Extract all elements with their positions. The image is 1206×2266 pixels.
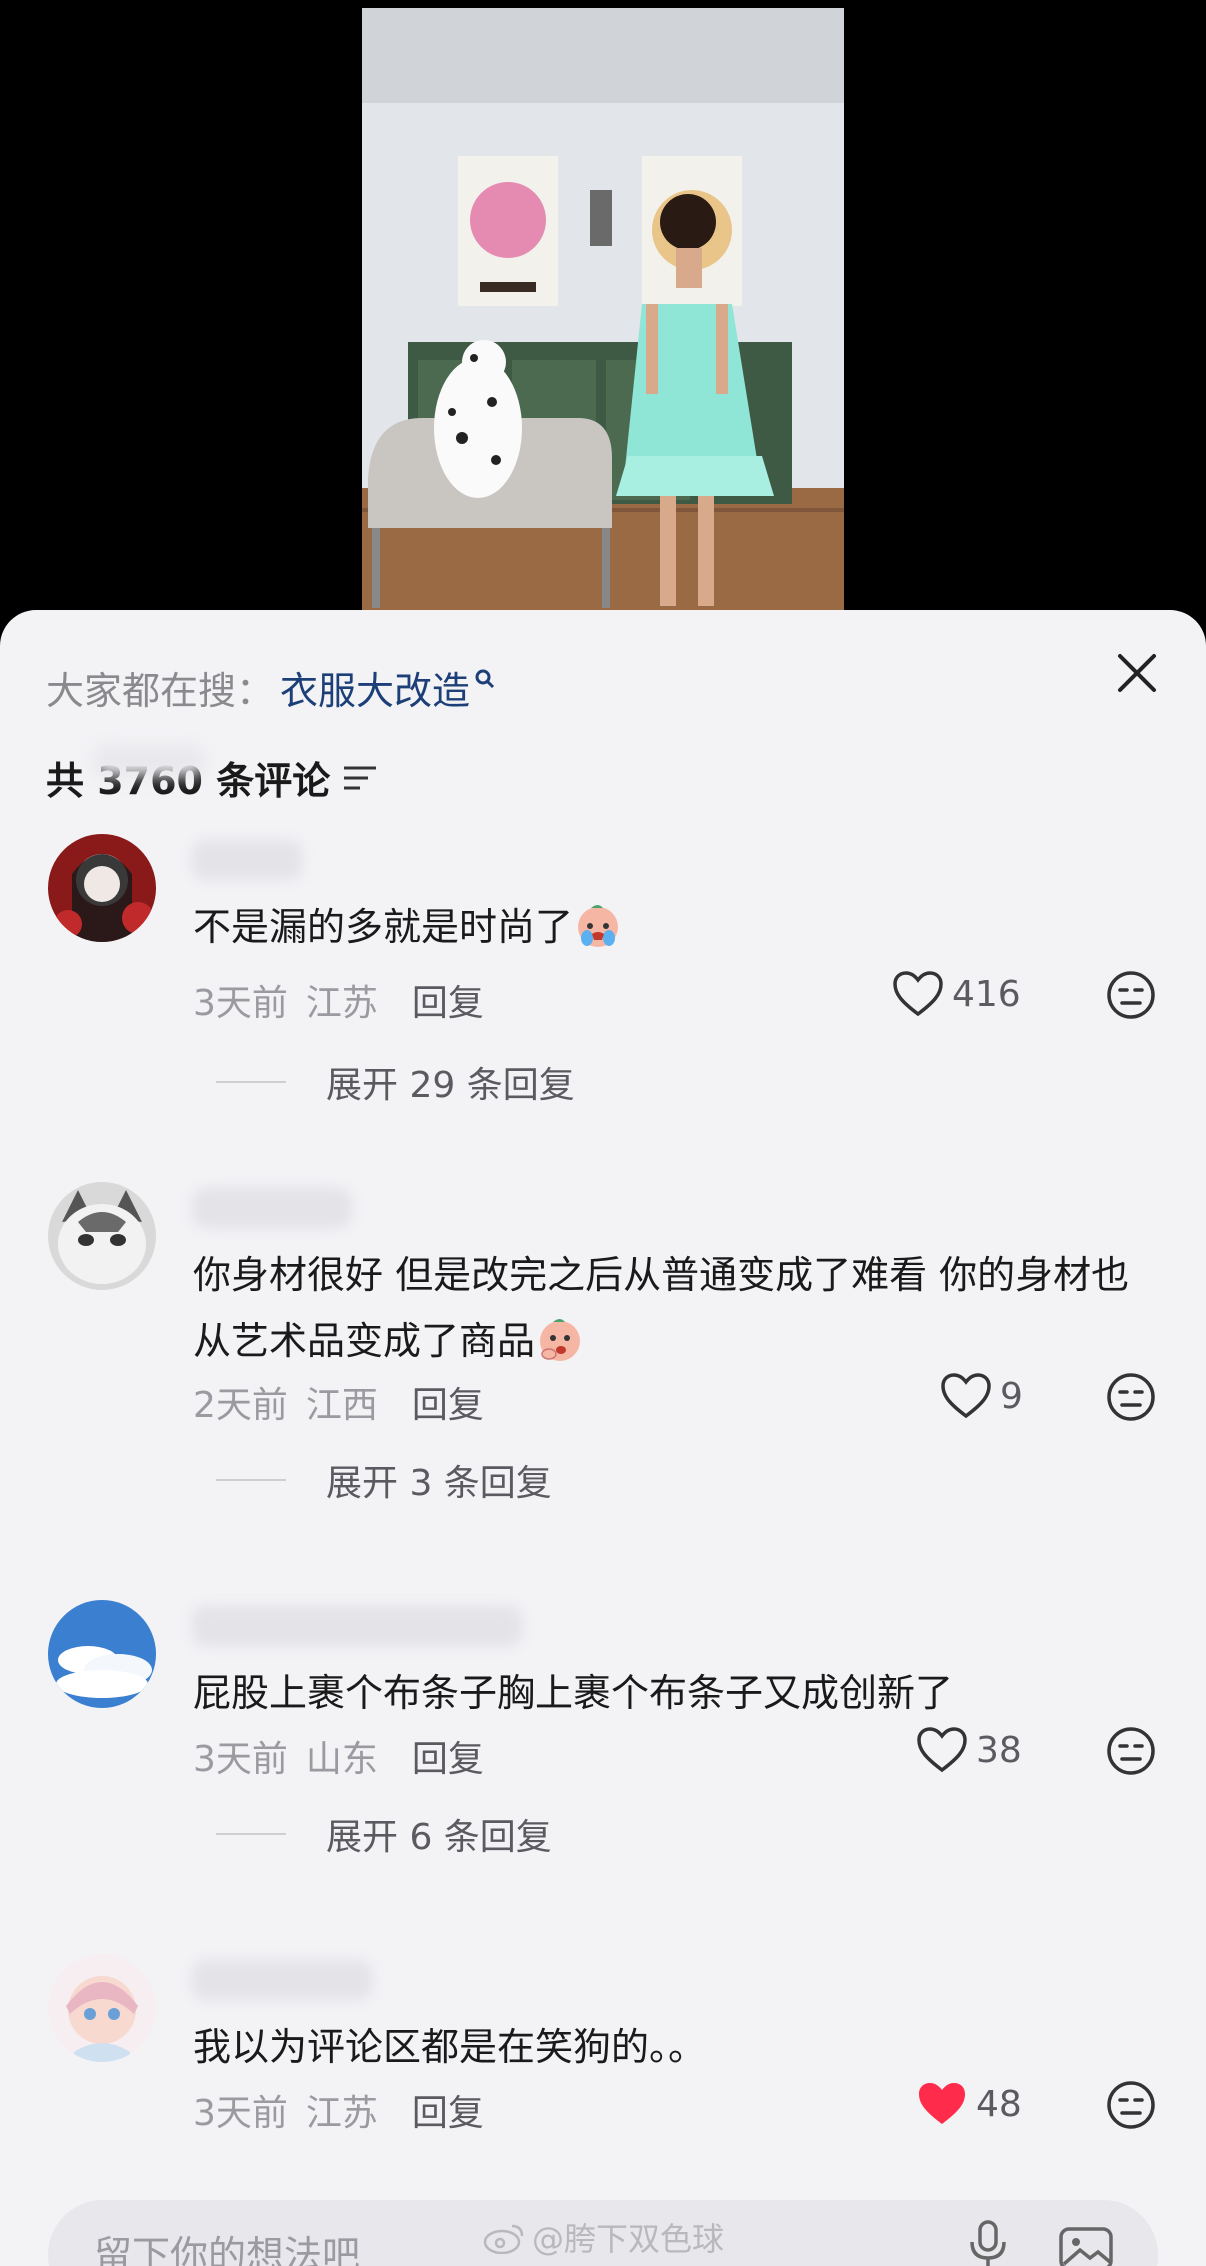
watermark: @胯下双色球: [482, 2214, 724, 2260]
heart-outline-icon: [941, 1373, 991, 1419]
avatar[interactable]: [48, 1600, 156, 1708]
like-count: 48: [976, 2083, 1022, 2125]
avatar[interactable]: [48, 1954, 156, 2062]
avatar-image: [48, 834, 156, 942]
expand-label: 展开 3 条回复: [326, 1463, 552, 1504]
search-icon: [475, 669, 495, 688]
expand-label: 展开 29 条回复: [326, 1065, 575, 1106]
video-thumbnail-image: [362, 8, 844, 612]
reply-button[interactable]: 回复: [412, 1376, 484, 1428]
search-suggestion[interactable]: 大家都在搜： 衣服大改造: [46, 660, 496, 715]
comment-location: 江苏: [305, 983, 378, 1024]
comment-location: 江西: [305, 1385, 378, 1426]
heart-outline-icon: [893, 971, 943, 1017]
username-blurred: [192, 1606, 522, 1646]
expand-replies-button[interactable]: 展开 3 条回复: [216, 1454, 552, 1506]
comment-location: 江苏: [305, 2093, 378, 2134]
comment-meta: 3天前 江苏 回复: [193, 2084, 484, 2136]
microphone-icon[interactable]: [968, 2220, 1008, 2266]
watermark-text: @胯下双色球: [532, 2220, 725, 2258]
comment-text: 屁股上裹个布条子胸上裹个布条子又成创新了: [193, 1671, 954, 1715]
avatar-image: [48, 1600, 156, 1708]
dislike-face-icon[interactable]: [1106, 2080, 1156, 2130]
comment-time: 2天前: [193, 1385, 288, 1426]
expand-line: [216, 1081, 286, 1083]
like-count: 416: [952, 973, 1021, 1015]
like-count: 9: [1000, 1375, 1023, 1417]
comment-input-placeholder: 留下你的想法吧: [94, 2233, 361, 2266]
search-term-link[interactable]: 衣服大改造: [280, 660, 470, 715]
username-blurred: [192, 840, 302, 880]
sort-icon[interactable]: [342, 762, 378, 794]
comment-time: 3天前: [193, 2093, 288, 2134]
comment-meta: 3天前 江苏 回复: [193, 974, 484, 1026]
avatar-image: [48, 1954, 156, 2062]
video-player[interactable]: [0, 0, 1206, 640]
comment-location: 山东: [305, 1739, 378, 1780]
dislike-face-icon[interactable]: [1106, 1726, 1156, 1776]
expand-replies-button[interactable]: 展开 6 条回复: [216, 1808, 552, 1860]
expand-line: [216, 1833, 286, 1835]
like-button[interactable]: 48: [916, 2080, 1022, 2128]
blur-overlay: [94, 746, 204, 776]
comment-meta: 3天前 山东 回复: [193, 1730, 484, 1782]
reply-button[interactable]: 回复: [412, 974, 484, 1026]
like-button[interactable]: 416: [892, 970, 1021, 1018]
comment-text: 不是漏的多就是时尚了: [193, 894, 1153, 960]
weibo-logo-icon: [483, 2224, 524, 2254]
dislike-face-icon[interactable]: [1106, 970, 1156, 1020]
avatar[interactable]: [48, 834, 156, 942]
avatar[interactable]: [48, 1182, 156, 1290]
comment-text: 你身材很好 但是改完之后从普通变成了难看 你的身材也从艺术品变成了商品: [193, 1253, 1130, 1363]
expand-line: [216, 1479, 286, 1481]
expand-replies-button[interactable]: 展开 29 条回复: [216, 1056, 575, 1108]
comment-meta: 2天前 江西 回复: [193, 1376, 484, 1428]
thinking-emoji-icon: [540, 1319, 581, 1361]
username-blurred: [192, 1960, 372, 2000]
username-blurred: [192, 1188, 352, 1228]
avatar-image: [48, 1182, 156, 1290]
search-prefix: 大家都在搜：: [46, 669, 275, 713]
expand-label: 展开 6 条回复: [326, 1817, 552, 1858]
image-icon[interactable]: [1058, 2226, 1114, 2266]
heart-outline-icon: [917, 1727, 967, 1773]
video-frame[interactable]: [362, 8, 844, 612]
comment-time: 3天前: [193, 983, 288, 1024]
dislike-face-icon[interactable]: [1106, 1372, 1156, 1422]
like-button[interactable]: 9: [940, 1372, 1023, 1420]
comments-sheet: 大家都在搜： 衣服大改造 共 3760 条评论 不是漏的多就是时尚了 3天前 江…: [0, 610, 1206, 2266]
reply-button[interactable]: 回复: [412, 2084, 484, 2136]
heart-filled-icon: [919, 2083, 965, 2124]
crying-emoji-icon: [578, 905, 619, 947]
comment-time: 3天前: [193, 1739, 288, 1780]
close-icon[interactable]: [1114, 650, 1160, 696]
like-button[interactable]: 38: [916, 1726, 1022, 1774]
comment-text: 我以为评论区都是在笑狗的。。: [193, 2025, 707, 2069]
reply-button[interactable]: 回复: [412, 1730, 484, 1782]
like-count: 38: [976, 1729, 1022, 1771]
